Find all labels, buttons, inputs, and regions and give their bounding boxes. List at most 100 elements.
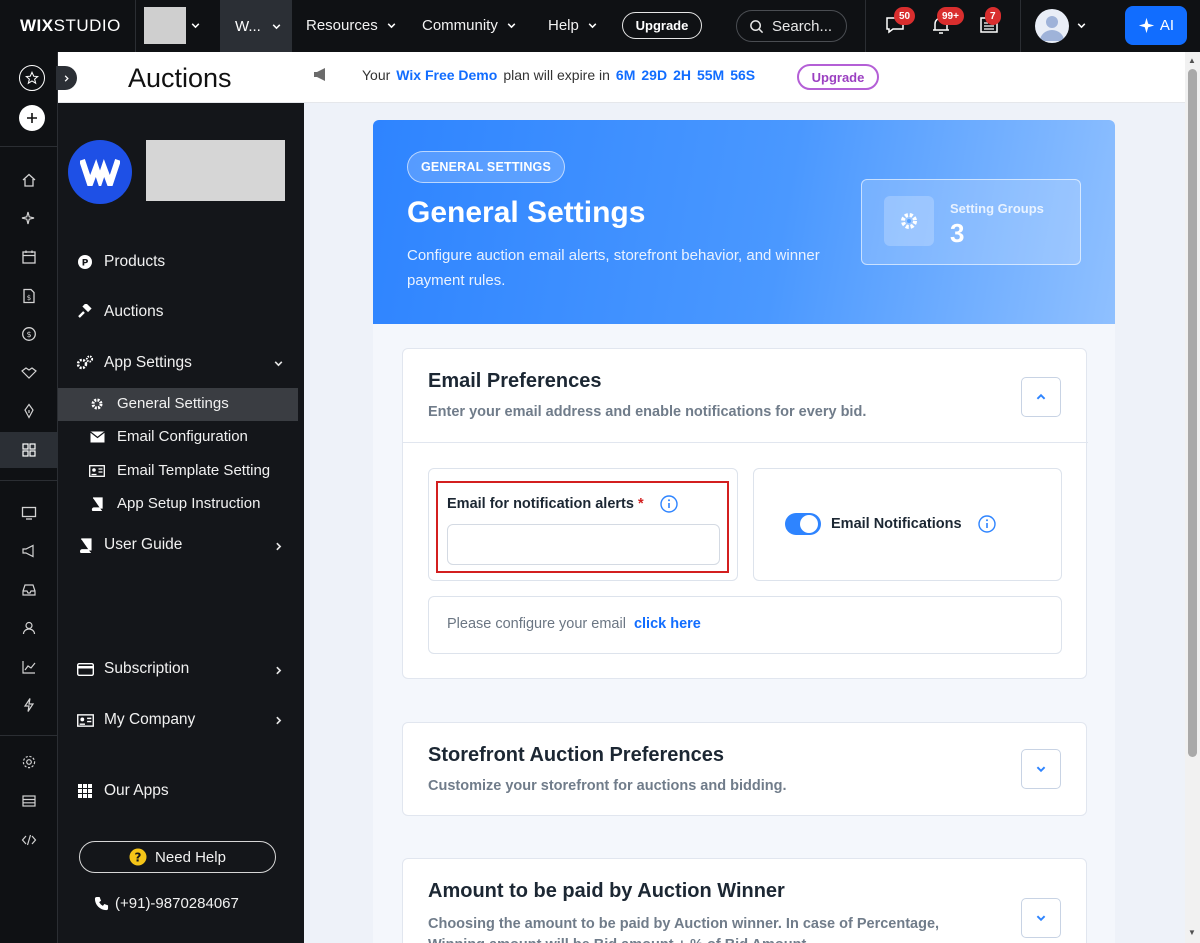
- sparkle-icon: [1138, 17, 1155, 34]
- card-title: Email Preferences: [428, 370, 602, 392]
- countdown-hours: 2H: [673, 67, 691, 83]
- search-box[interactable]: Search...: [736, 10, 847, 42]
- phone-number: (+91)-9870284067: [115, 895, 239, 912]
- email-field-label: Email for notification alerts *: [447, 495, 678, 513]
- sidebar-item-label: User Guide: [104, 536, 183, 553]
- code-icon[interactable]: [18, 829, 40, 851]
- sidebar-item-label: Auctions: [104, 303, 164, 320]
- id-card-icon: [89, 463, 105, 479]
- contacts-icon[interactable]: [18, 617, 40, 639]
- pen-nib-icon[interactable]: [18, 400, 40, 422]
- chevron-down-icon: [272, 23, 281, 29]
- invoice-icon[interactable]: $: [18, 285, 40, 307]
- sidebar-item-general-settings[interactable]: General Settings: [89, 395, 229, 412]
- automation-icon[interactable]: [18, 694, 40, 716]
- divider: [135, 0, 136, 52]
- configure-email-link[interactable]: click here: [634, 616, 701, 632]
- search-icon: [750, 19, 764, 33]
- sidebar-item-products[interactable]: P Products: [76, 253, 165, 271]
- app-sidebar: P Products Auctions App Settings General…: [58, 103, 304, 943]
- chevron-right-icon[interactable]: [273, 714, 284, 729]
- info-icon[interactable]: [659, 495, 678, 513]
- need-help-button[interactable]: ? Need Help: [79, 841, 276, 873]
- toggle-label: Email Notifications: [831, 515, 996, 533]
- menu-resources[interactable]: Resources: [306, 17, 397, 34]
- left-rail: $ $: [0, 52, 58, 943]
- wix-studio-logo[interactable]: WIXSTUDIO: [20, 16, 121, 36]
- sidebar-item-app-setup-instruction[interactable]: App Setup Instruction: [89, 495, 260, 512]
- scroll-up-arrow[interactable]: ▲: [1188, 56, 1196, 65]
- inbox-badge: 7: [985, 7, 1001, 25]
- chevron-down-icon[interactable]: [273, 357, 284, 372]
- sidebar-item-subscription[interactable]: Subscription: [76, 660, 189, 678]
- settings-icon[interactable]: [18, 751, 40, 773]
- home-icon[interactable]: [18, 169, 40, 191]
- notifications-toggle-box: Email Notifications: [753, 468, 1062, 581]
- email-field[interactable]: [447, 524, 720, 565]
- add-icon[interactable]: [19, 105, 45, 131]
- star-icon[interactable]: [19, 65, 45, 91]
- countdown-seconds: 56S: [730, 67, 756, 83]
- ai-label: AI: [1159, 17, 1175, 34]
- scroll-down-arrow[interactable]: ▼: [1188, 928, 1196, 937]
- calendar-icon[interactable]: [18, 246, 40, 268]
- divider: [0, 480, 58, 481]
- apps-icon[interactable]: [18, 439, 40, 461]
- email-notifications-toggle[interactable]: [785, 513, 821, 535]
- menu-community[interactable]: Community: [422, 17, 517, 34]
- chevron-down-icon[interactable]: [1076, 20, 1087, 34]
- gear-icon: [884, 196, 934, 246]
- handshake-icon[interactable]: [18, 362, 40, 384]
- monitor-icon[interactable]: [18, 502, 40, 524]
- banner-upgrade-button[interactable]: Upgrade: [797, 64, 879, 90]
- company-logo: [68, 140, 132, 204]
- card-subtitle: Choosing the amount to be paid by Auctio…: [428, 916, 940, 943]
- sidebar-item-our-apps[interactable]: Our Apps: [76, 782, 169, 800]
- avatar[interactable]: [1035, 9, 1069, 43]
- analytics-icon[interactable]: [18, 656, 40, 678]
- sidebar-item-auctions[interactable]: Auctions: [76, 303, 163, 321]
- svg-text:$: $: [26, 330, 31, 339]
- expand-section-button[interactable]: [1021, 749, 1061, 789]
- book-icon: [76, 536, 94, 554]
- megaphone-icon[interactable]: [18, 540, 40, 562]
- chevron-down-icon: [387, 23, 396, 29]
- upgrade-button[interactable]: Upgrade: [622, 12, 702, 39]
- chevron-down-icon: [507, 23, 516, 29]
- chevron-down-icon[interactable]: [190, 20, 201, 34]
- sidebar-item-my-company[interactable]: My Company: [76, 711, 195, 729]
- id-card-icon: [76, 711, 94, 729]
- svg-text:$: $: [27, 294, 31, 302]
- chevron-right-icon[interactable]: [273, 664, 284, 679]
- expand-section-button[interactable]: [1021, 898, 1061, 938]
- menu-help[interactable]: Help: [548, 17, 598, 34]
- sidebar-item-email-configuration[interactable]: Email Configuration: [89, 428, 248, 445]
- collapse-section-button[interactable]: [1021, 377, 1061, 417]
- storefront-preferences-card: Storefront Auction Preferences Customize…: [402, 722, 1087, 816]
- inbox-tray-icon[interactable]: [18, 579, 40, 601]
- dollar-icon[interactable]: $: [18, 323, 40, 345]
- sidebar-item-email-template-setting[interactable]: Email Template Setting: [89, 462, 270, 479]
- workspace-switcher[interactable]: W...: [220, 0, 292, 52]
- gears-icon: [76, 354, 94, 372]
- card-title: Amount to be paid by Auction Winner: [428, 880, 785, 902]
- chevron-right-icon[interactable]: [273, 540, 284, 555]
- sidebar-item-label: Our Apps: [104, 782, 169, 799]
- sidebar-item-label: Email Configuration: [117, 428, 248, 445]
- page-scrollbar[interactable]: ▲ ▼: [1185, 52, 1200, 943]
- divider: [0, 146, 58, 147]
- countdown-months: 6M: [615, 67, 636, 83]
- configure-email-text: Please configure your email click here: [447, 616, 701, 632]
- scroll-thumb[interactable]: [1188, 69, 1197, 757]
- label-text: Email for notification alerts: [447, 495, 634, 512]
- sidebar-item-app-settings[interactable]: App Settings: [76, 354, 192, 372]
- support-phone[interactable]: (+91)-9870284067: [94, 895, 239, 912]
- info-icon[interactable]: [977, 515, 996, 533]
- site-thumbnail[interactable]: [144, 7, 186, 44]
- sparkle-icon[interactable]: [18, 207, 40, 229]
- ai-button[interactable]: AI: [1125, 6, 1187, 45]
- table-icon[interactable]: [18, 790, 40, 812]
- sidebar-item-user-guide[interactable]: User Guide: [76, 536, 182, 554]
- divider: [0, 735, 58, 736]
- sidebar-item-label: App Settings: [104, 354, 192, 371]
